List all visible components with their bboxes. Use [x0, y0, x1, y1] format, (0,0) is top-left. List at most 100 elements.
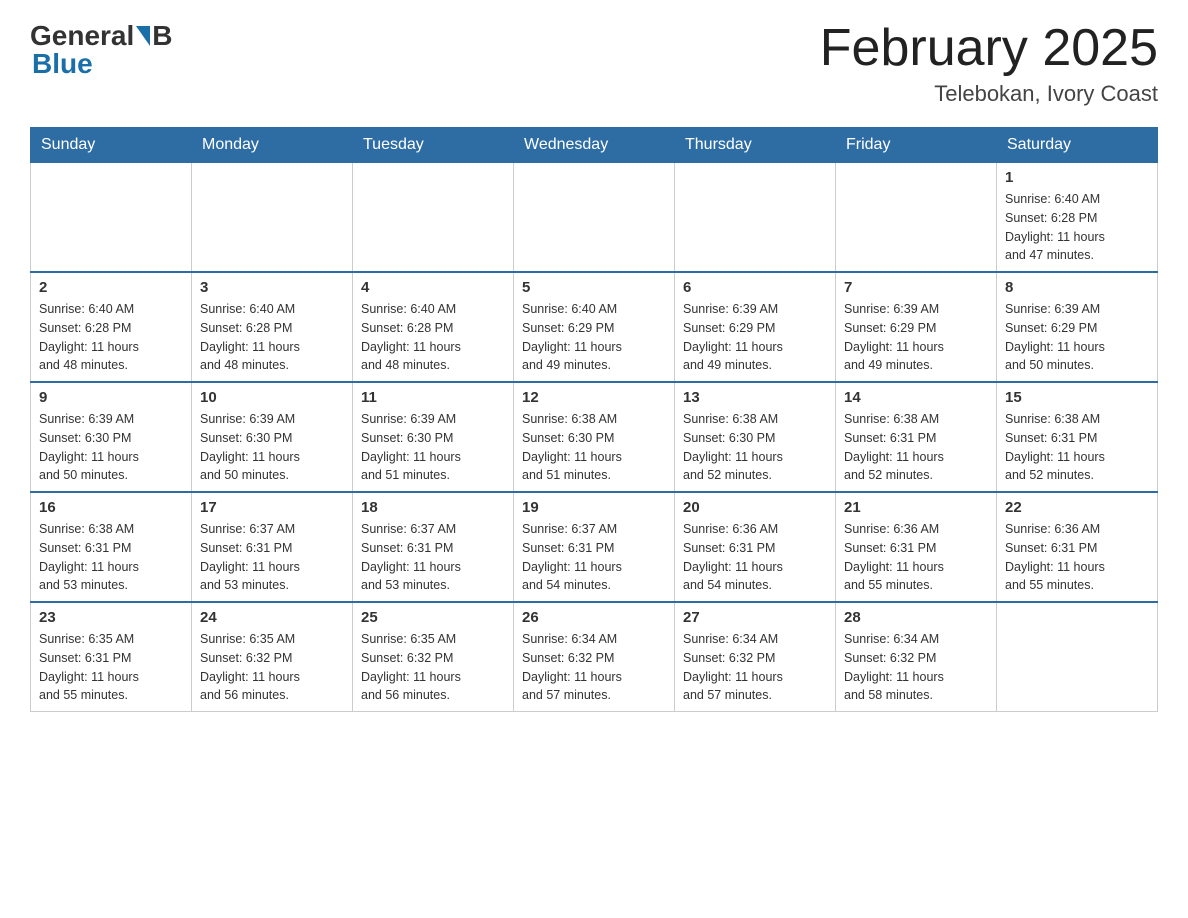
calendar-cell: 8 Sunrise: 6:39 AM Sunset: 6:29 PM Daylig…	[997, 272, 1158, 382]
weekday-header-sunday: Sunday	[31, 128, 192, 163]
day-number: 1	[1005, 169, 1149, 186]
day-number: 20	[683, 499, 827, 516]
calendar-week-row-1: 1 Sunrise: 6:40 AM Sunset: 6:28 PM Daylig…	[31, 163, 1158, 273]
calendar-cell: 24 Sunrise: 6:35 AM Sunset: 6:32 PM Dayli…	[192, 602, 353, 712]
calendar-cell	[997, 602, 1158, 712]
day-info: Sunrise: 6:35 AM Sunset: 6:31 PM Dayligh…	[39, 630, 183, 705]
calendar-cell: 15 Sunrise: 6:38 AM Sunset: 6:31 PM Dayli…	[997, 382, 1158, 492]
day-number: 23	[39, 609, 183, 626]
calendar-cell: 11 Sunrise: 6:39 AM Sunset: 6:30 PM Dayli…	[353, 382, 514, 492]
calendar-cell: 10 Sunrise: 6:39 AM Sunset: 6:30 PM Dayli…	[192, 382, 353, 492]
calendar-cell: 9Sunrise: 6:39 AM Sunset: 6:30 PM Daylig…	[31, 382, 192, 492]
calendar-table: SundayMondayTuesdayWednesdayThursdayFrid…	[30, 127, 1158, 712]
day-info: Sunrise: 6:39 AM Sunset: 6:29 PM Dayligh…	[1005, 300, 1149, 375]
day-number: 22	[1005, 499, 1149, 516]
calendar-cell: 25 Sunrise: 6:35 AM Sunset: 6:32 PM Dayli…	[353, 602, 514, 712]
day-number: 16	[39, 499, 183, 516]
calendar-cell: 27Sunrise: 6:34 AM Sunset: 6:32 PM Dayli…	[675, 602, 836, 712]
calendar-cell	[675, 163, 836, 273]
day-info: Sunrise: 6:36 AM Sunset: 6:31 PM Dayligh…	[683, 520, 827, 595]
day-info: Sunrise: 6:36 AM Sunset: 6:31 PM Dayligh…	[844, 520, 988, 595]
day-number: 10	[200, 389, 344, 406]
day-number: 17	[200, 499, 344, 516]
day-number: 11	[361, 389, 505, 406]
day-number: 15	[1005, 389, 1149, 406]
day-info: Sunrise: 6:39 AM Sunset: 6:30 PM Dayligh…	[200, 410, 344, 485]
weekday-header-wednesday: Wednesday	[514, 128, 675, 163]
day-number: 19	[522, 499, 666, 516]
day-number: 8	[1005, 279, 1149, 296]
day-info: Sunrise: 6:37 AM Sunset: 6:31 PM Dayligh…	[522, 520, 666, 595]
calendar-cell: 13 Sunrise: 6:38 AM Sunset: 6:30 PM Dayli…	[675, 382, 836, 492]
day-info: Sunrise: 6:34 AM Sunset: 6:32 PM Dayligh…	[522, 630, 666, 705]
calendar-cell: 14 Sunrise: 6:38 AM Sunset: 6:31 PM Dayli…	[836, 382, 997, 492]
calendar-cell: 20 Sunrise: 6:36 AM Sunset: 6:31 PM Dayli…	[675, 492, 836, 602]
calendar-cell: 26 Sunrise: 6:34 AM Sunset: 6:32 PM Dayli…	[514, 602, 675, 712]
day-number: 18	[361, 499, 505, 516]
day-info: Sunrise: 6:38 AM Sunset: 6:30 PM Dayligh…	[683, 410, 827, 485]
day-number: 4	[361, 279, 505, 296]
day-number: 24	[200, 609, 344, 626]
calendar-week-row-3: 9 Sunrise: 6:39 AM Sunset: 6:30 PM Daylig…	[31, 382, 1158, 492]
month-title: February 2025	[820, 20, 1158, 77]
day-number: 6	[683, 279, 827, 296]
day-number: 5	[522, 279, 666, 296]
day-info: Sunrise: 6:34 AM Sunset: 6:32 PM Dayligh…	[844, 630, 988, 705]
calendar-cell: 2 Sunrise: 6:40 AM Sunset: 6:28 PM Daylig…	[31, 272, 192, 382]
day-info: Sunrise: 6:40 AM Sunset: 6:28 PM Dayligh…	[361, 300, 505, 375]
logo-blue-label: Blue	[32, 48, 93, 79]
page-header: General B Blue February 2025 Telebokan, …	[30, 20, 1158, 107]
calendar-cell: 18 Sunrise: 6:37 AM Sunset: 6:31 PM Dayli…	[353, 492, 514, 602]
day-number: 13	[683, 389, 827, 406]
day-number: 14	[844, 389, 988, 406]
calendar-week-row-5: 23 Sunrise: 6:35 AM Sunset: 6:31 PM Dayli…	[31, 602, 1158, 712]
day-info: Sunrise: 6:38 AM Sunset: 6:31 PM Dayligh…	[39, 520, 183, 595]
day-info: Sunrise: 6:40 AM Sunset: 6:28 PM Dayligh…	[39, 300, 183, 375]
weekday-header-row: SundayMondayTuesdayWednesdayThursdayFrid…	[31, 128, 1158, 163]
day-number: 25	[361, 609, 505, 626]
calendar-cell: 19 Sunrise: 6:37 AM Sunset: 6:31 PM Dayli…	[514, 492, 675, 602]
weekday-header-friday: Friday	[836, 128, 997, 163]
day-info: Sunrise: 6:38 AM Sunset: 6:31 PM Dayligh…	[844, 410, 988, 485]
day-number: 21	[844, 499, 988, 516]
day-info: Sunrise: 6:38 AM Sunset: 6:30 PM Dayligh…	[522, 410, 666, 485]
day-info: Sunrise: 6:39 AM Sunset: 6:29 PM Dayligh…	[844, 300, 988, 375]
calendar-cell: 3 Sunrise: 6:40 AM Sunset: 6:28 PM Daylig…	[192, 272, 353, 382]
title-block: February 2025 Telebokan, Ivory Coast	[820, 20, 1158, 107]
calendar-cell: 22 Sunrise: 6:36 AM Sunset: 6:31 PM Dayli…	[997, 492, 1158, 602]
day-info: Sunrise: 6:34 AM Sunset: 6:32 PM Dayligh…	[683, 630, 827, 705]
calendar-cell: 28 Sunrise: 6:34 AM Sunset: 6:32 PM Dayli…	[836, 602, 997, 712]
calendar-week-row-2: 2 Sunrise: 6:40 AM Sunset: 6:28 PM Daylig…	[31, 272, 1158, 382]
day-info: Sunrise: 6:38 AM Sunset: 6:31 PM Dayligh…	[1005, 410, 1149, 485]
day-info: Sunrise: 6:40 AM Sunset: 6:28 PM Dayligh…	[1005, 190, 1149, 265]
weekday-header-monday: Monday	[192, 128, 353, 163]
location-subtitle: Telebokan, Ivory Coast	[820, 81, 1158, 107]
day-info: Sunrise: 6:40 AM Sunset: 6:29 PM Dayligh…	[522, 300, 666, 375]
day-info: Sunrise: 6:37 AM Sunset: 6:31 PM Dayligh…	[361, 520, 505, 595]
day-info: Sunrise: 6:39 AM Sunset: 6:30 PM Dayligh…	[361, 410, 505, 485]
weekday-header-thursday: Thursday	[675, 128, 836, 163]
calendar-cell: 12Sunrise: 6:38 AM Sunset: 6:30 PM Dayli…	[514, 382, 675, 492]
calendar-cell: 5 Sunrise: 6:40 AM Sunset: 6:29 PM Daylig…	[514, 272, 675, 382]
day-info: Sunrise: 6:37 AM Sunset: 6:31 PM Dayligh…	[200, 520, 344, 595]
calendar-week-row-4: 16 Sunrise: 6:38 AM Sunset: 6:31 PM Dayli…	[31, 492, 1158, 602]
day-number: 28	[844, 609, 988, 626]
calendar-cell: 6Sunrise: 6:39 AM Sunset: 6:29 PM Daylig…	[675, 272, 836, 382]
day-number: 2	[39, 279, 183, 296]
calendar-cell: 1 Sunrise: 6:40 AM Sunset: 6:28 PM Daylig…	[997, 163, 1158, 273]
day-info: Sunrise: 6:40 AM Sunset: 6:28 PM Dayligh…	[200, 300, 344, 375]
day-info: Sunrise: 6:35 AM Sunset: 6:32 PM Dayligh…	[200, 630, 344, 705]
calendar-cell	[192, 163, 353, 273]
day-info: Sunrise: 6:35 AM Sunset: 6:32 PM Dayligh…	[361, 630, 505, 705]
calendar-cell	[31, 163, 192, 273]
day-number: 26	[522, 609, 666, 626]
calendar-cell: 7Sunrise: 6:39 AM Sunset: 6:29 PM Daylig…	[836, 272, 997, 382]
calendar-cell: 21 Sunrise: 6:36 AM Sunset: 6:31 PM Dayli…	[836, 492, 997, 602]
day-number: 3	[200, 279, 344, 296]
logo-triangle-icon	[136, 26, 150, 46]
day-info: Sunrise: 6:36 AM Sunset: 6:31 PM Dayligh…	[1005, 520, 1149, 595]
day-number: 9	[39, 389, 183, 406]
calendar-cell: 4 Sunrise: 6:40 AM Sunset: 6:28 PM Daylig…	[353, 272, 514, 382]
calendar-cell	[514, 163, 675, 273]
calendar-cell	[836, 163, 997, 273]
